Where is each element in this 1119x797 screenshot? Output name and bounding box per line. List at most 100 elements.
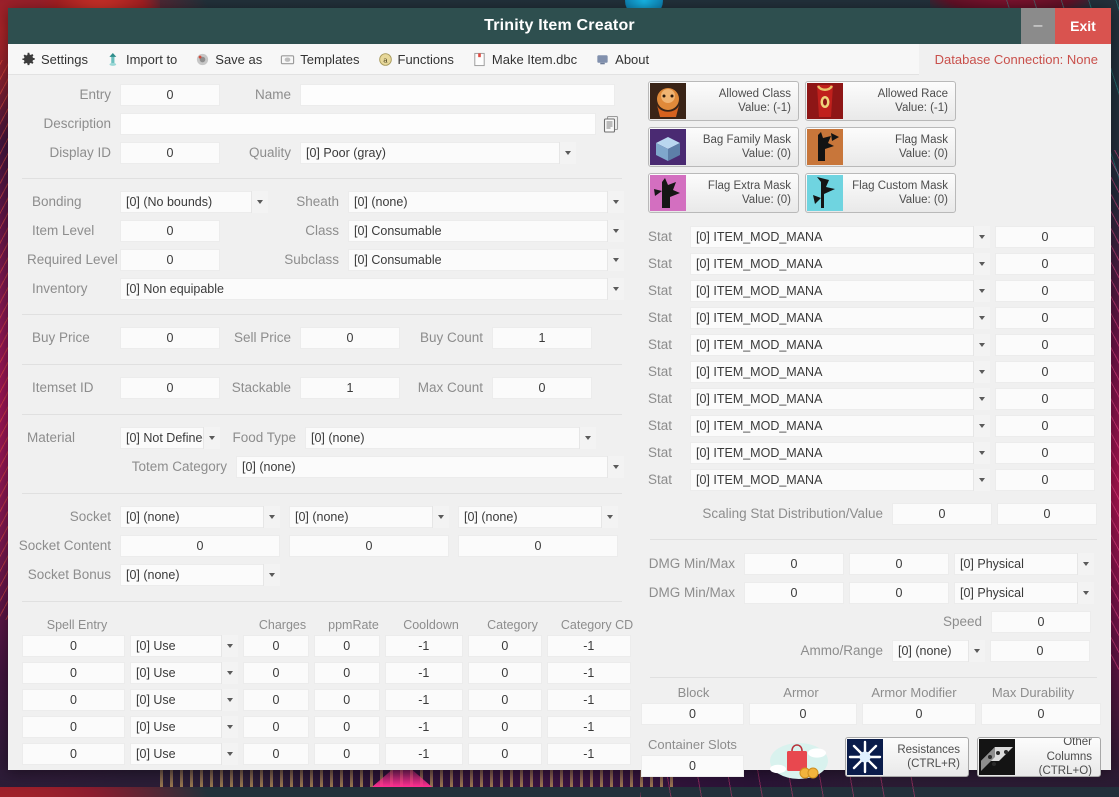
menu-item-save-as[interactable]: Save as <box>186 44 271 75</box>
entry-input[interactable]: 0 <box>120 84 220 106</box>
material-select[interactable]: [0] Not Defined <box>120 427 220 449</box>
sheath-select[interactable]: [0] (none) <box>348 191 624 213</box>
dmg-max-input-2[interactable]: 0 <box>849 582 949 604</box>
chevron-down-icon[interactable] <box>973 415 990 437</box>
chevron-down-icon[interactable] <box>221 716 238 738</box>
chevron-down-icon[interactable] <box>221 689 238 711</box>
spell-charges-input-0[interactable]: 0 <box>243 635 309 657</box>
chevron-down-icon[interactable] <box>968 640 985 662</box>
required-level-input[interactable]: 0 <box>120 249 220 271</box>
spell-category-input-2[interactable]: 0 <box>468 689 542 711</box>
stat-value-input-5[interactable]: 0 <box>995 361 1095 383</box>
socket-bonus-select[interactable]: [0] (none) <box>120 564 280 586</box>
stat-value-input-3[interactable]: 0 <box>995 307 1095 329</box>
spell-category-input-1[interactable]: 0 <box>468 662 542 684</box>
stat-type-select-7[interactable]: [0] ITEM_MOD_MANA <box>690 415 990 437</box>
stat-value-input-1[interactable]: 0 <box>995 253 1095 275</box>
spell-entry-input-1[interactable]: 0 <box>22 662 125 684</box>
stat-type-select-6[interactable]: [0] ITEM_MOD_MANA <box>690 388 990 410</box>
spell-cooldown-input-1[interactable]: -1 <box>385 662 464 684</box>
mask-button-flag-extra-mask[interactable]: Flag Extra MaskValue: (0) <box>648 173 799 213</box>
stat-value-input-6[interactable]: 0 <box>995 388 1095 410</box>
spell-charges-input-1[interactable]: 0 <box>243 662 309 684</box>
dmg-min-input-1[interactable]: 0 <box>744 553 844 575</box>
chevron-down-icon[interactable] <box>973 307 990 329</box>
menu-item-make-item-dbc[interactable]: Make Item.dbc <box>463 44 586 75</box>
chevron-down-icon[interactable] <box>203 427 220 449</box>
chevron-down-icon[interactable] <box>973 361 990 383</box>
class-select[interactable]: [0] Consumable <box>348 220 624 242</box>
spell-trigger-select-1[interactable]: [0] Use <box>130 662 238 684</box>
stackable-input[interactable]: 1 <box>300 377 400 399</box>
buy-price-input[interactable]: 0 <box>120 327 220 349</box>
spell-ppmrate-input-2[interactable]: 0 <box>314 689 380 711</box>
socket-content-input-2[interactable]: 0 <box>289 535 449 557</box>
socket-content-input-3[interactable]: 0 <box>458 535 618 557</box>
stat-type-select-0[interactable]: [0] ITEM_MOD_MANA <box>690 226 990 248</box>
menu-item-about[interactable]: About <box>586 44 658 75</box>
spell-trigger-select-4[interactable]: [0] Use <box>130 743 238 765</box>
totem-category-select[interactable]: [0] (none) <box>236 456 624 478</box>
spell-entry-input-2[interactable]: 0 <box>22 689 125 711</box>
stat-type-select-4[interactable]: [0] ITEM_MOD_MANA <box>690 334 990 356</box>
chevron-down-icon[interactable] <box>263 506 280 528</box>
bonding-select[interactable]: [0] (No bounds) <box>120 191 268 213</box>
armor-input[interactable]: 0 <box>749 703 857 725</box>
dmg-max-input-1[interactable]: 0 <box>849 553 949 575</box>
chevron-down-icon[interactable] <box>973 388 990 410</box>
spell-ppmrate-input-3[interactable]: 0 <box>314 716 380 738</box>
menu-item-import-to[interactable]: Import to <box>97 44 186 75</box>
scaling-value-input[interactable]: 0 <box>997 503 1097 525</box>
spell-ppmrate-input-4[interactable]: 0 <box>314 743 380 765</box>
display-id-input[interactable]: 0 <box>120 142 220 164</box>
chevron-down-icon[interactable] <box>607 278 624 300</box>
spell-charges-input-2[interactable]: 0 <box>243 689 309 711</box>
chevron-down-icon[interactable] <box>221 635 238 657</box>
container-slots-input[interactable]: 0 <box>641 755 744 777</box>
mask-button-bag-family-mask[interactable]: Bag Family MaskValue: (0) <box>648 127 799 167</box>
subclass-select[interactable]: [0] Consumable <box>348 249 624 271</box>
socket-select-3[interactable]: [0] (none) <box>458 506 618 528</box>
chevron-down-icon[interactable] <box>579 427 596 449</box>
stat-type-select-5[interactable]: [0] ITEM_MOD_MANA <box>690 361 990 383</box>
stat-type-select-2[interactable]: [0] ITEM_MOD_MANA <box>690 280 990 302</box>
stat-value-input-7[interactable]: 0 <box>995 415 1095 437</box>
stat-value-input-8[interactable]: 0 <box>995 442 1095 464</box>
spell-trigger-select-3[interactable]: [0] Use <box>130 716 238 738</box>
spell-category-cd-input-4[interactable]: -1 <box>547 743 631 765</box>
spell-category-cd-input-2[interactable]: -1 <box>547 689 631 711</box>
chevron-down-icon[interactable] <box>973 253 990 275</box>
spell-category-cd-input-1[interactable]: -1 <box>547 662 631 684</box>
spell-charges-input-3[interactable]: 0 <box>243 716 309 738</box>
chevron-down-icon[interactable] <box>973 469 990 491</box>
speed-input[interactable]: 0 <box>991 611 1091 633</box>
chevron-down-icon[interactable] <box>601 506 618 528</box>
spell-category-input-3[interactable]: 0 <box>468 716 542 738</box>
socket-select-2[interactable]: [0] (none) <box>289 506 449 528</box>
mask-button-flag-mask[interactable]: Flag MaskValue: (0) <box>805 127 956 167</box>
chevron-down-icon[interactable] <box>432 506 449 528</box>
chevron-down-icon[interactable] <box>973 334 990 356</box>
chevron-down-icon[interactable] <box>251 191 268 213</box>
chevron-down-icon[interactable] <box>973 226 990 248</box>
spell-cooldown-input-2[interactable]: -1 <box>385 689 464 711</box>
spell-entry-input-0[interactable]: 0 <box>22 635 125 657</box>
max-count-input[interactable]: 0 <box>492 377 592 399</box>
spell-trigger-select-2[interactable]: [0] Use <box>130 689 238 711</box>
menu-item-templates[interactable]: Templates <box>271 44 368 75</box>
chevron-down-icon[interactable] <box>607 191 624 213</box>
item-level-input[interactable]: 0 <box>120 220 220 242</box>
quality-select[interactable]: [0] Poor (gray) <box>300 142 576 164</box>
armor-modifier-input[interactable]: 0 <box>862 703 976 725</box>
sell-price-input[interactable]: 0 <box>300 327 400 349</box>
spell-cooldown-input-4[interactable]: -1 <box>385 743 464 765</box>
stat-value-input-0[interactable]: 0 <box>995 226 1095 248</box>
dmg-school-select-1[interactable]: [0] Physical <box>954 553 1094 575</box>
spell-ppmrate-input-0[interactable]: 0 <box>314 635 380 657</box>
chevron-down-icon[interactable] <box>263 564 280 586</box>
minimize-button[interactable]: – <box>1021 8 1055 44</box>
buy-count-input[interactable]: 1 <box>492 327 592 349</box>
chevron-down-icon[interactable] <box>221 743 238 765</box>
ammo-type-select[interactable]: [0] (none) <box>892 640 985 662</box>
dmg-school-select-2[interactable]: [0] Physical <box>954 582 1094 604</box>
